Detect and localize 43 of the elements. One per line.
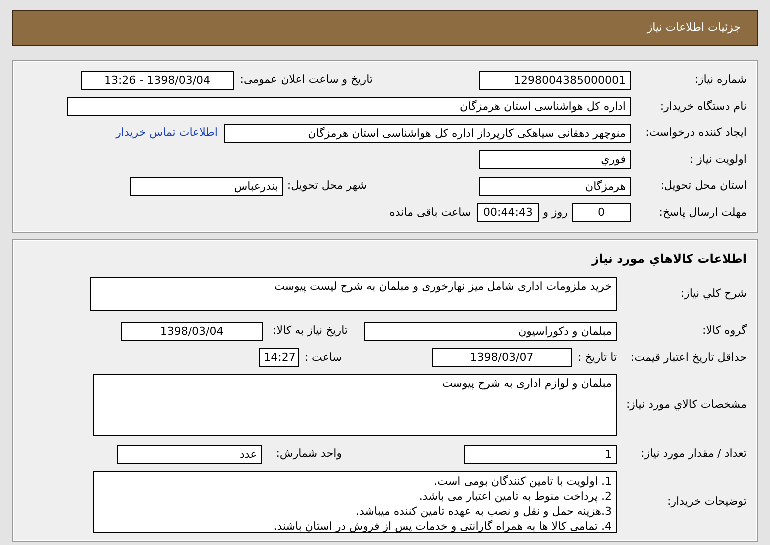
field-label: توضیحات خریدار:: [666, 494, 748, 510]
section-title: اطلاعات کالاهاي مورد نیاز: [590, 251, 748, 268]
field-value: 1398/03/04: [121, 322, 264, 341]
field-label: مهلت ارسال پاسخ:: [658, 204, 748, 221]
field-value: 1398/03/07: [432, 348, 572, 368]
field-label: شرح کلي نیاز:: [680, 286, 748, 302]
field-label: تاریخ نیاز به کالا:: [273, 323, 348, 339]
field-value: 1398/03/04 - 13:26: [81, 70, 234, 90]
page-title: جزئیات اطلاعات نیاز: [647, 20, 741, 36]
field-value: منوچهر دهقانی سیاهکی کارپرداز اداره کل هواشناسی استان هرمزگان: [224, 124, 631, 143]
field-value: اداره کل هواشناسی استان هرمزگان: [67, 97, 631, 116]
note-line: 2. پرداخت منوط به تامین اعتبار می باشد.: [418, 489, 612, 504]
field-label: تا تاریخ :: [578, 350, 617, 366]
field-label: روز و: [543, 204, 568, 221]
note-line: 3.هزینه حمل و نقل و نصب به عهده تامین کننده میباشد.: [355, 504, 612, 519]
field-value: عدد: [117, 444, 262, 464]
text-area: خرید ملزومات اداری شامل میز نهارخوری و مبلمان به شرح لیست پیوست: [90, 277, 617, 311]
field-label: اولویت نیاز :: [688, 152, 748, 168]
contact-link[interactable]: اطلاعات تماس خریدار: [116, 125, 218, 142]
field-label: مشخصات کالاي مورد نیاز:: [625, 396, 748, 413]
field-label: ساعت :: [304, 350, 342, 366]
field-value: فوري: [479, 150, 631, 170]
field-value: هرمزگان: [479, 176, 631, 196]
field-value: 1: [464, 444, 617, 464]
field-value: 00:44:43: [477, 203, 540, 222]
note-line: 1. اولویت با تامین کنندگان بومی است.: [433, 474, 612, 489]
field-label: تعداد / مقدار مورد نیاز:: [640, 446, 748, 462]
field-label: ساعت باقی مانده: [390, 204, 472, 220]
field-label: حداقل تاریخ اعتبار قیمت:: [630, 350, 748, 366]
field-label: واحد شمارش:: [276, 446, 342, 462]
field-label: شماره نیاز:: [694, 72, 748, 88]
text-area: مبلمان و لوازم اداری به شرح پیوست: [93, 374, 617, 436]
field-label: نام دستگاه خریدار:: [659, 98, 748, 115]
field-label: گروه کالا:: [702, 323, 748, 339]
field-value: بندرعباس: [130, 176, 284, 196]
field-value: مبلمان و دکوراسیون: [364, 322, 617, 341]
field-label: شهر محل تحویل:: [287, 178, 367, 194]
field-label: استان محل تحویل:: [660, 178, 748, 194]
field-value: 14:27: [258, 348, 299, 368]
field-label: ایجاد کننده درخواست:: [644, 125, 748, 141]
field-label: تاریخ و ساعت اعلان عمومی:: [240, 72, 373, 88]
field-value: 1298004385000001: [479, 70, 631, 90]
field-value: 0: [572, 203, 631, 222]
